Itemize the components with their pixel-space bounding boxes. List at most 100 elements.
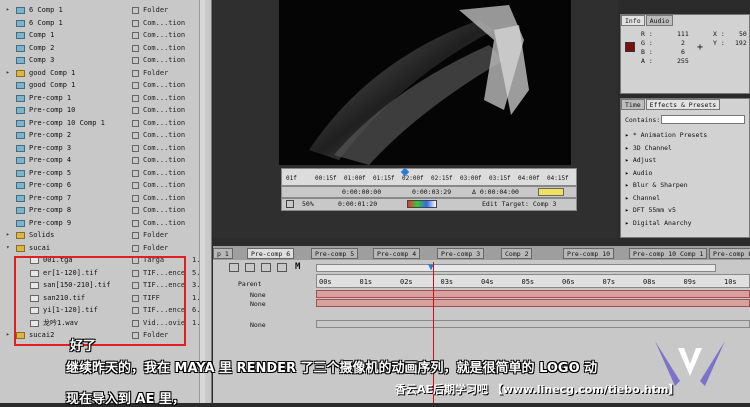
layer-2-bar[interactable] (316, 299, 750, 307)
viewer-ruler-label: 02:00f (402, 175, 424, 182)
label-swatch[interactable] (132, 82, 139, 89)
expand-triangle-icon[interactable]: ▸ (6, 4, 12, 17)
panel-tab[interactable]: Audio (645, 15, 674, 26)
label-swatch[interactable] (132, 7, 139, 14)
label-swatch[interactable] (132, 244, 139, 252)
timeline-tab[interactable]: Pre-comp 8 (709, 248, 750, 259)
label-swatch[interactable] (132, 107, 139, 114)
timeline-tab[interactable]: Comp 2 (501, 248, 533, 259)
label-swatch[interactable] (132, 157, 139, 164)
project-item[interactable]: Pre-comp 7 Com...tion (0, 192, 204, 205)
label-swatch[interactable] (132, 19, 139, 27)
motion-blur-icon[interactable] (277, 263, 287, 272)
project-item[interactable]: Pre-comp 3 Com...tion (0, 142, 204, 155)
timeline-tab[interactable]: Pre-comp 3 (437, 248, 485, 259)
project-item[interactable]: Pre-comp 10 Comp 1 Com...tion (0, 117, 204, 130)
comp-icon (16, 82, 25, 89)
label-swatch[interactable] (132, 32, 139, 39)
project-item[interactable]: Pre-comp 1 Com...tion (0, 92, 204, 105)
label-swatch[interactable] (132, 182, 139, 189)
channel-icon[interactable] (407, 200, 437, 208)
effect-category[interactable]: ▸ Digital Anarchy (625, 219, 692, 227)
info-b: 6 (681, 48, 685, 56)
timeline-tab[interactable]: Pre-comp 4 (373, 248, 421, 259)
shy-icon[interactable] (245, 263, 255, 272)
effect-category[interactable]: ▸ Blur & Sharpen (625, 181, 688, 189)
project-item[interactable]: Comp 2 Com...tion (0, 42, 204, 55)
start-time[interactable]: 0:00:00:00 (342, 188, 381, 197)
m-button[interactable]: M (295, 262, 300, 272)
timeline-tab[interactable]: Pre-comp 5 (311, 248, 359, 259)
effect-category[interactable]: ▸ DFT 55mm v5 (625, 206, 676, 214)
label-swatch[interactable] (132, 219, 139, 227)
effect-category[interactable]: ▸ 3D Channel (625, 144, 672, 152)
panel-tab[interactable]: Effects & Presets (645, 99, 721, 110)
project-item[interactable]: Pre-comp 9 Com...tion (0, 217, 204, 230)
timeline-tab[interactable]: Pre-comp 10 Comp 1 (629, 248, 708, 259)
expand-triangle-icon[interactable]: ▸ (6, 67, 12, 80)
contains-label: Contains: (625, 116, 661, 124)
contains-search-input[interactable] (661, 115, 745, 124)
timeline-ruler[interactable]: 00s 01s 02s 03s 04s 05s 06s 07s 08s 09s 10s (316, 274, 750, 288)
project-item[interactable]: Pre-comp 10 Com...tion (0, 104, 204, 117)
label-swatch[interactable] (132, 207, 139, 214)
project-item[interactable]: ▾ sucai Folder (0, 242, 204, 255)
effect-category[interactable]: ▸ Audio (625, 169, 652, 177)
end-time[interactable]: 0:00:03:29 (412, 188, 451, 197)
project-item-name: Pre-comp 2 (29, 131, 72, 139)
zoom-dropdown[interactable]: 50% (302, 200, 314, 209)
label-swatch[interactable] (132, 144, 139, 152)
viewer-time-ruler[interactable]: 01f 00:15f 01:00f 01:15f 02:00f 02:15f 03:00f 0… (281, 167, 577, 186)
project-item[interactable]: Pre-comp 8 Com...tion (0, 204, 204, 217)
label-swatch[interactable] (132, 94, 139, 102)
timeline-tab[interactable]: Pre-comp 10 (563, 248, 615, 259)
project-item[interactable]: good Comp 1 Com...tion (0, 79, 204, 92)
effect-category[interactable]: ▸ * Animation Presets (625, 131, 707, 139)
project-item[interactable]: ▸ 6 Comp 1 Folder (0, 4, 204, 17)
label-swatch[interactable] (132, 194, 139, 202)
label-swatch[interactable] (132, 119, 139, 127)
panel-tab[interactable]: Info (621, 15, 645, 26)
expand-triangle-icon[interactable]: ▾ (6, 242, 12, 255)
channel-logo (655, 341, 725, 386)
project-item[interactable]: Pre-comp 6 Com...tion (0, 179, 204, 192)
timeline-tab[interactable]: Pre-comp 6 (247, 248, 295, 259)
layer-1-bar[interactable] (316, 290, 750, 298)
comp-icon (16, 119, 25, 127)
expand-triangle-icon[interactable]: ▸ (6, 229, 12, 242)
viewer-ruler-label: 04:00f (518, 175, 540, 182)
effect-category[interactable]: ▸ Channel (625, 194, 660, 202)
comp-icon[interactable] (229, 263, 239, 272)
effect-category[interactable]: ▸ Adjust (625, 156, 656, 164)
label-swatch[interactable] (132, 132, 139, 139)
frame-blend-icon[interactable] (261, 263, 271, 272)
composition-canvas[interactable] (279, 0, 571, 165)
comp-icon (16, 132, 25, 139)
folder-icon (16, 232, 25, 239)
project-item[interactable]: Pre-comp 2 Com...tion (0, 129, 204, 142)
panel-tab[interactable]: Time (621, 99, 645, 110)
project-item-name: good Comp 1 (29, 68, 76, 77)
project-item[interactable]: ▸ Solids Folder (0, 229, 204, 242)
project-item[interactable]: 6 Comp 1 Com...tion (0, 17, 204, 30)
expand-triangle-icon[interactable]: ▸ (6, 329, 12, 342)
work-area-bar[interactable] (316, 264, 716, 272)
label-swatch[interactable] (132, 57, 139, 64)
timeline-tab[interactable]: p 1 (213, 248, 233, 259)
project-item[interactable]: Comp 1 Com...tion (0, 29, 204, 42)
label-swatch[interactable] (132, 44, 139, 52)
project-item-name: 6 Comp 1 (29, 6, 63, 14)
label-swatch[interactable] (132, 169, 139, 177)
project-item[interactable]: Pre-comp 5 Com...tion (0, 167, 204, 180)
project-item[interactable]: ▸ good Comp 1 Folder (0, 67, 204, 80)
expand-triangle-icon: ▸ (625, 206, 633, 214)
project-item[interactable]: Comp 3 Com...tion (0, 54, 204, 67)
layer-3-bar[interactable] (316, 320, 750, 328)
label-swatch[interactable] (132, 232, 139, 239)
label-swatch[interactable] (132, 69, 139, 77)
project-item[interactable]: Pre-comp 4 Com...tion (0, 154, 204, 167)
duration[interactable]: Δ 0:00:04:00 (472, 188, 519, 197)
current-time[interactable]: 0:00:01:20 (338, 200, 377, 209)
monitor-icon[interactable] (286, 200, 294, 208)
render-icon[interactable] (538, 188, 564, 196)
